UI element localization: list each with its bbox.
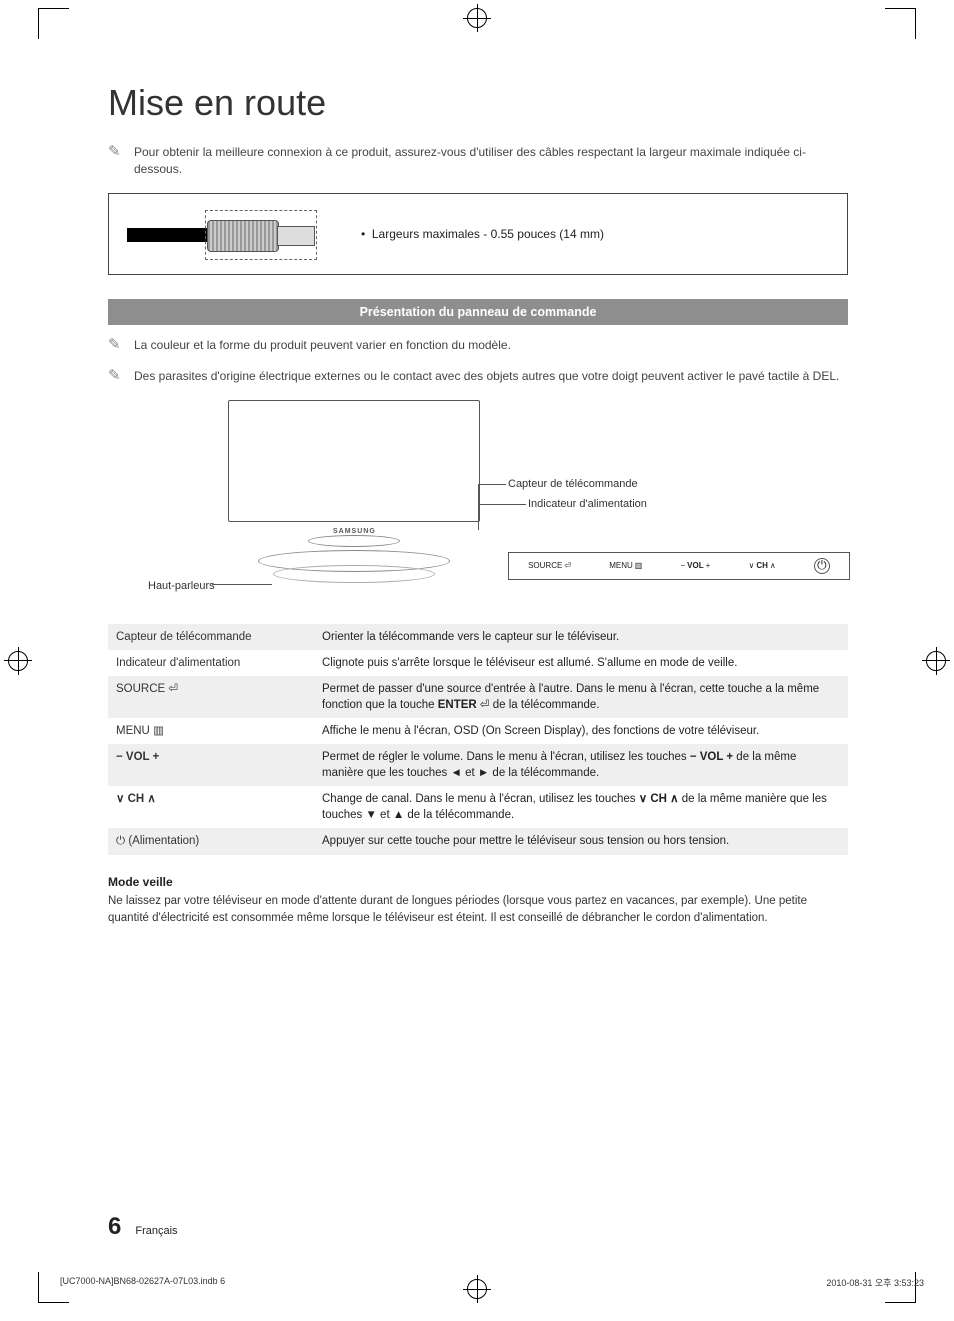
panel-menu-label: MENU ▥ xyxy=(609,561,642,570)
row-label: − VOL + xyxy=(108,744,314,786)
note-color: ✎ La couleur et la forme du produit peuv… xyxy=(108,337,848,354)
page: Mise en route ✎ Pour obtenir la meilleur… xyxy=(0,0,954,1321)
note-text: Des parasites d'origine électrique exter… xyxy=(134,368,839,385)
row-label: ⏻ (Alimentation) xyxy=(108,828,314,854)
row-label: Indicateur d'alimentation xyxy=(108,650,314,676)
callout-speakers: Haut-parleurs xyxy=(148,580,215,592)
note-icon: ✎ xyxy=(108,337,128,352)
registration-mark-icon xyxy=(926,651,946,671)
enter-icon: ⏎ xyxy=(480,699,490,711)
row-desc: Appuyer sur cette touche pour mettre le … xyxy=(314,828,848,854)
control-panel-strip: SOURCE ⏎ MENU ▥ − VOL + ∨ CH ∧ ⏻ xyxy=(508,552,850,580)
row-desc: Affiche le menu à l'écran, OSD (On Scree… xyxy=(314,718,848,744)
page-language: Français xyxy=(135,1225,177,1237)
row-desc: Permet de régler le volume. Dans le menu… xyxy=(314,744,848,786)
panel-vol-label: − VOL + xyxy=(680,561,710,570)
table-row: MENU ▥ Affiche le menu à l'écran, OSD (O… xyxy=(108,718,848,744)
row-desc: Orienter la télécommande vers le capteur… xyxy=(314,624,848,650)
tv-screen-outline xyxy=(228,400,480,522)
registration-mark-icon xyxy=(8,651,28,671)
row-label: ∨ CH ∧ xyxy=(108,786,314,828)
section-title-bar: Présentation du panneau de commande xyxy=(108,299,848,325)
registration-mark-icon xyxy=(467,8,487,28)
note-parasites: ✎ Des parasites d'origine électrique ext… xyxy=(108,368,848,385)
note-icon: ✎ xyxy=(108,144,128,159)
note-text: Pour obtenir la meilleure connexion à ce… xyxy=(134,144,848,179)
control-description-table: Capteur de télécommande Orienter la télé… xyxy=(108,624,848,855)
row-label: MENU ▥ xyxy=(108,718,314,744)
crop-mark xyxy=(38,8,69,39)
standby-heading: Mode veille xyxy=(108,875,848,889)
note-text: La couleur et la forme du produit peuven… xyxy=(134,337,511,354)
page-title: Mise en route xyxy=(108,82,848,124)
page-number: 6 xyxy=(108,1213,121,1241)
table-row: ∨ CH ∧ Change de canal. Dans le menu à l… xyxy=(108,786,848,828)
enter-icon: ⏎ xyxy=(168,683,178,695)
print-job-time: 2010-08-31 오후 3:53:23 xyxy=(826,1276,924,1289)
callout-power-indicator: Indicateur d'alimentation xyxy=(528,498,647,510)
row-desc: Clignote puis s'arrête lorsque le télévi… xyxy=(314,650,848,676)
table-row: Indicateur d'alimentation Clignote puis … xyxy=(108,650,848,676)
cable-spec-box: • Largeurs maximales - 0.55 pouces (14 m… xyxy=(108,193,848,275)
table-row: SOURCE ⏎ Permet de passer d'une source d… xyxy=(108,676,848,718)
menu-icon: ▥ xyxy=(153,725,164,737)
power-icon: ⏻ xyxy=(116,835,125,847)
panel-source-label: SOURCE ⏎ xyxy=(528,561,571,570)
print-job-file: [UC7000-NA]BN68-02627A-07L03.indb 6 xyxy=(60,1276,225,1289)
panel-ch-label: ∨ CH ∧ xyxy=(748,561,775,570)
cable-spec-text: • Largeurs maximales - 0.55 pouces (14 m… xyxy=(361,227,604,241)
row-label: Capteur de télécommande xyxy=(108,624,314,650)
crop-mark xyxy=(885,8,916,39)
note-cable: ✎ Pour obtenir la meilleure connexion à … xyxy=(108,144,848,179)
callout-remote-sensor: Capteur de télécommande xyxy=(508,478,638,490)
row-label: SOURCE ⏎ xyxy=(108,676,314,718)
table-row: − VOL + Permet de régler le volume. Dans… xyxy=(108,744,848,786)
samsung-logo: SAMSUNG xyxy=(333,528,376,535)
row-desc: Change de canal. Dans le menu à l'écran,… xyxy=(314,786,848,828)
table-row: ⏻ (Alimentation) Appuyer sur cette touch… xyxy=(108,828,848,854)
tv-figure: SAMSUNG Capteur de télécommande Indicate… xyxy=(108,400,848,610)
table-row: Capteur de télécommande Orienter la télé… xyxy=(108,624,848,650)
menu-icon: ▥ xyxy=(635,561,643,570)
row-desc: Permet de passer d'une source d'entrée à… xyxy=(314,676,848,718)
note-icon: ✎ xyxy=(108,368,128,383)
page-footer: 6 Français xyxy=(108,1213,178,1241)
print-job-line: [UC7000-NA]BN68-02627A-07L03.indb 6 2010… xyxy=(60,1276,924,1289)
enter-icon: ⏎ xyxy=(564,561,571,570)
cable-diagram xyxy=(127,208,337,260)
power-icon: ⏻ xyxy=(814,558,830,574)
standby-body: Ne laissez par votre téléviseur en mode … xyxy=(108,893,848,928)
content-area: Mise en route ✎ Pour obtenir la meilleur… xyxy=(108,82,848,927)
